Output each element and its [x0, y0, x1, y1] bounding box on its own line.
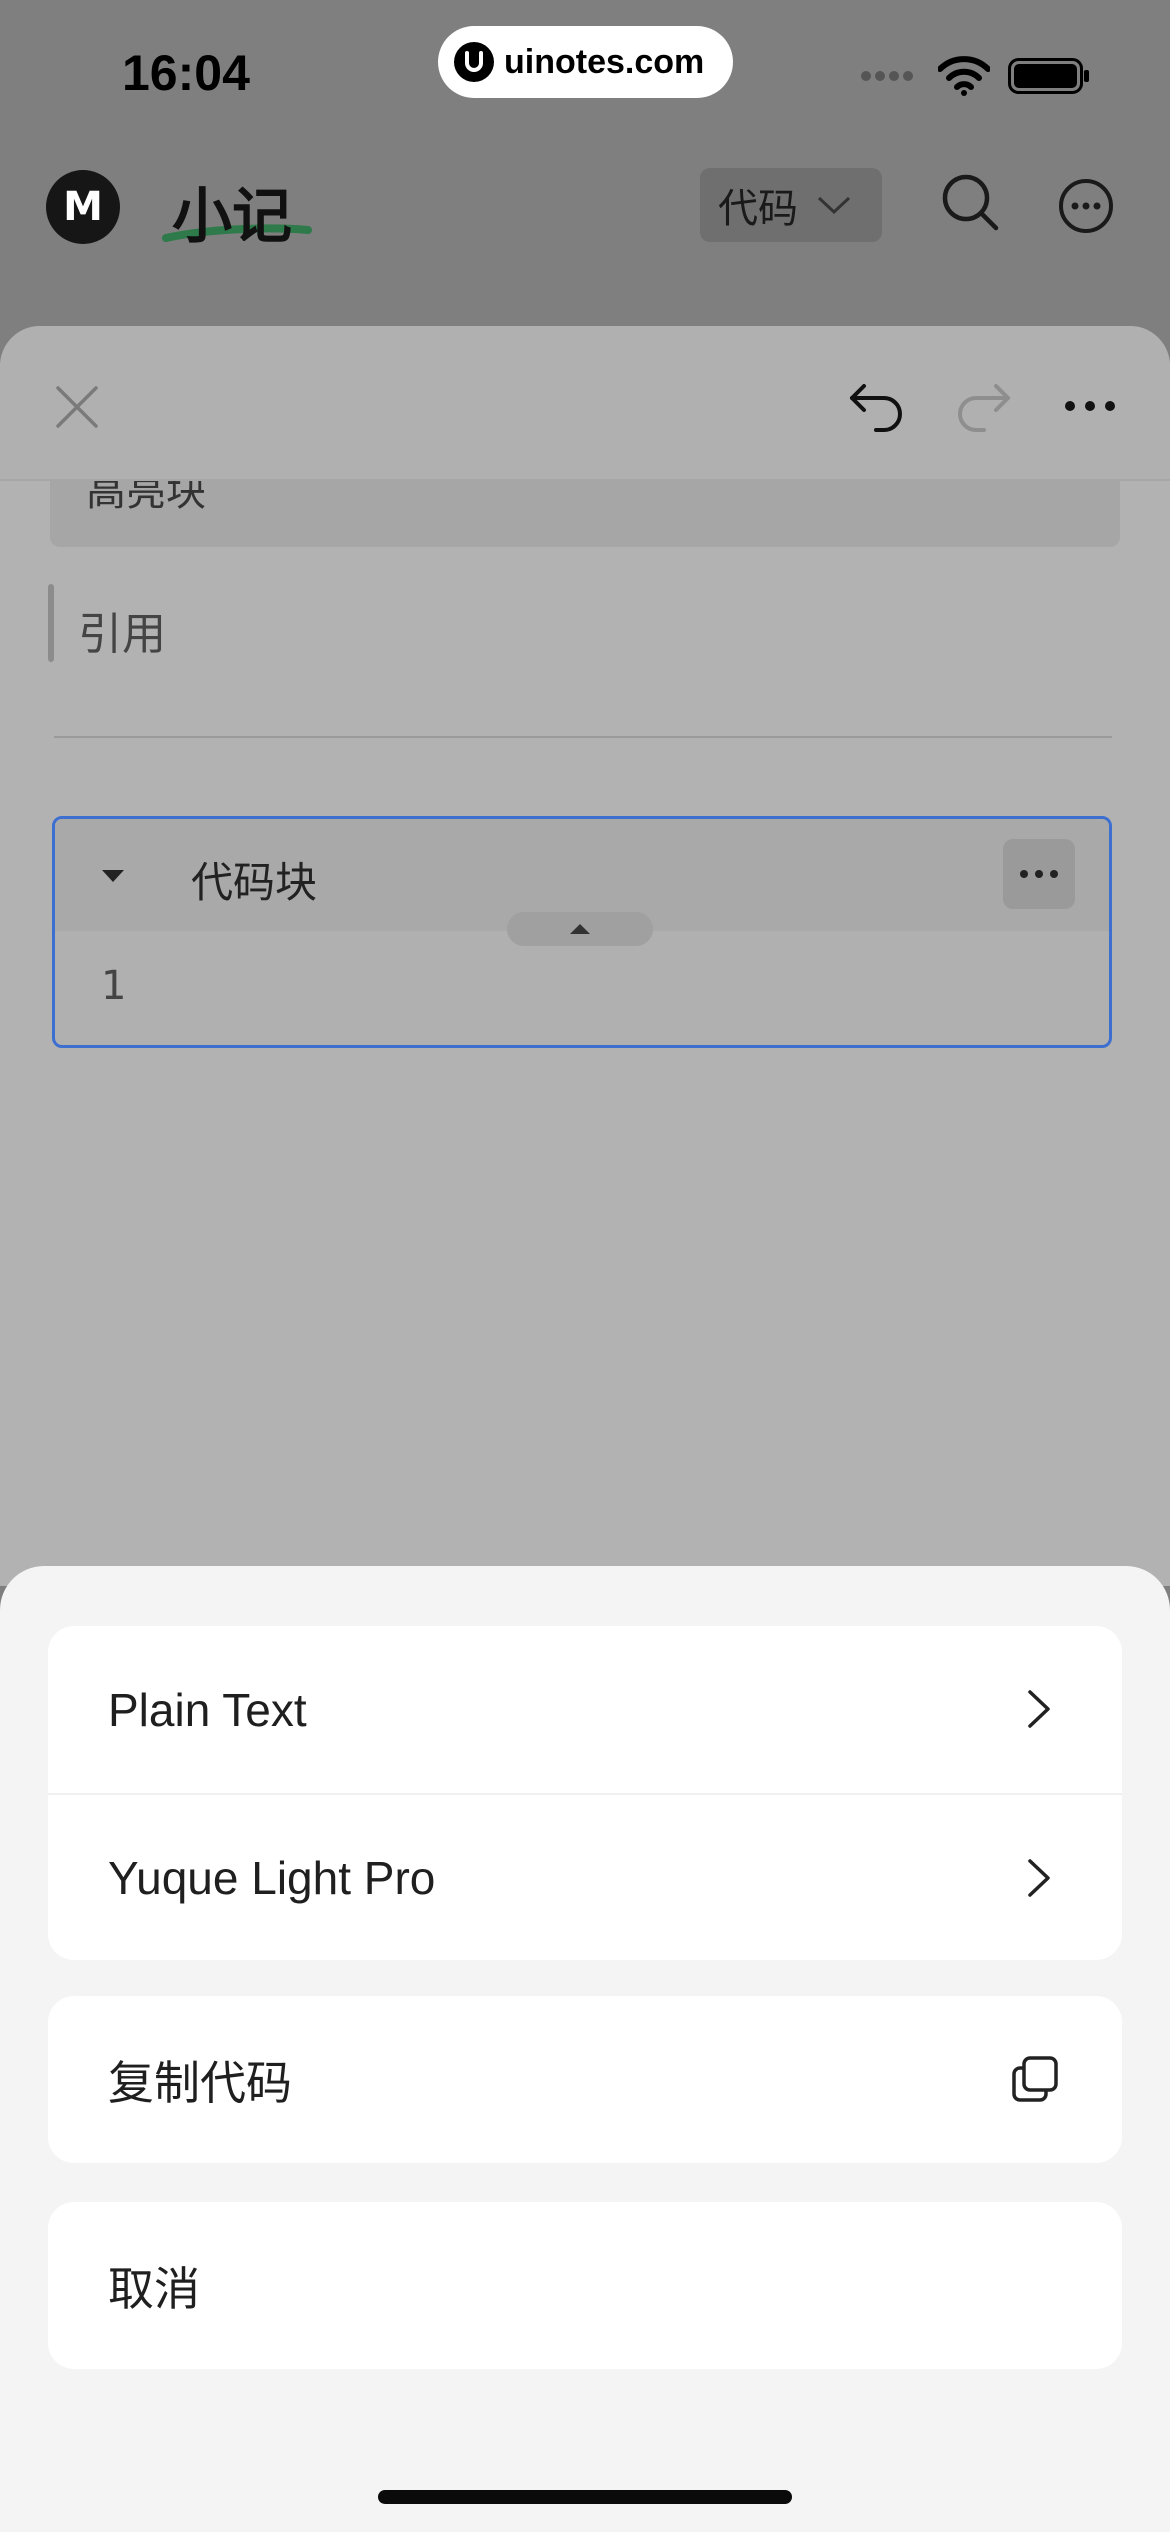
url-pill[interactable]: uinotes.com: [438, 26, 733, 98]
chevron-down-icon: [817, 196, 851, 215]
status-icons: [860, 56, 1090, 96]
wifi-icon: [938, 56, 990, 96]
editor-sheet: 高亮块 引用 代码块 1: [0, 326, 1170, 1586]
caret-down-icon[interactable]: [101, 869, 125, 883]
code-language-label: 代码块: [191, 858, 318, 907]
battery-icon: [1008, 58, 1089, 94]
cancel-button[interactable]: 取消: [48, 2202, 1122, 2369]
code-line-number: 1: [101, 963, 127, 1009]
horizontal-rule: [54, 736, 1112, 738]
undo-icon[interactable]: [846, 378, 906, 434]
copy-code-card: 复制代码: [48, 1996, 1122, 2163]
copy-code-button[interactable]: 复制代码: [48, 1996, 1122, 2163]
caret-up-icon: [570, 924, 590, 934]
code-block-more-button[interactable]: [1003, 839, 1075, 909]
editor-toolbar: [0, 326, 1170, 481]
home-indicator: [378, 2490, 792, 2504]
highlight-block-text: 高亮块: [86, 481, 206, 515]
action-sheet: Plain Text Yuque Light Pro 复制代码 取消: [0, 1566, 1170, 2532]
theme-option-label: Plain Text: [108, 1683, 307, 1736]
theme-option-yuque-light-pro[interactable]: Yuque Light Pro: [48, 1793, 1122, 1960]
chevron-right-icon: [1028, 1690, 1050, 1728]
status-bar: 16:04 uinotes.com: [0, 0, 1170, 150]
app-logo-letter: M: [63, 184, 103, 230]
cellular-signal-icon: [861, 71, 913, 81]
url-text: uinotes.com: [504, 42, 705, 81]
page-title: 小记: [172, 182, 292, 252]
app-logo[interactable]: M: [46, 170, 120, 244]
code-block[interactable]: 代码块 1: [52, 816, 1112, 1048]
search-icon[interactable]: [940, 172, 1000, 232]
app-header: M 小记 代码: [0, 150, 1170, 326]
uinotes-logo-icon: [454, 42, 494, 82]
language-select[interactable]: 代码: [700, 168, 882, 242]
more-horizontal-icon: [1020, 870, 1058, 878]
status-time: 16:04: [122, 45, 250, 101]
highlight-block[interactable]: 高亮块: [50, 481, 1120, 547]
copy-icon: [1012, 2056, 1058, 2102]
quote-text: 引用: [78, 609, 166, 660]
copy-code-label: 复制代码: [108, 2056, 292, 2109]
cancel-card: 取消: [48, 2202, 1122, 2369]
cancel-label: 取消: [108, 2262, 200, 2315]
close-icon[interactable]: [52, 382, 102, 432]
language-select-value: 代码: [718, 186, 798, 232]
redo-icon: [958, 384, 1010, 432]
theme-option-label: Yuque Light Pro: [108, 1851, 436, 1904]
theme-option-plain-text[interactable]: Plain Text: [48, 1626, 1122, 1793]
code-collapse-handle[interactable]: [507, 912, 653, 946]
theme-options-card: Plain Text Yuque Light Pro: [48, 1626, 1122, 1960]
chevron-right-icon: [1028, 1859, 1050, 1897]
quote-bar: [48, 584, 54, 662]
more-horizontal-icon[interactable]: [1062, 394, 1118, 418]
more-options-icon[interactable]: [1058, 178, 1114, 234]
